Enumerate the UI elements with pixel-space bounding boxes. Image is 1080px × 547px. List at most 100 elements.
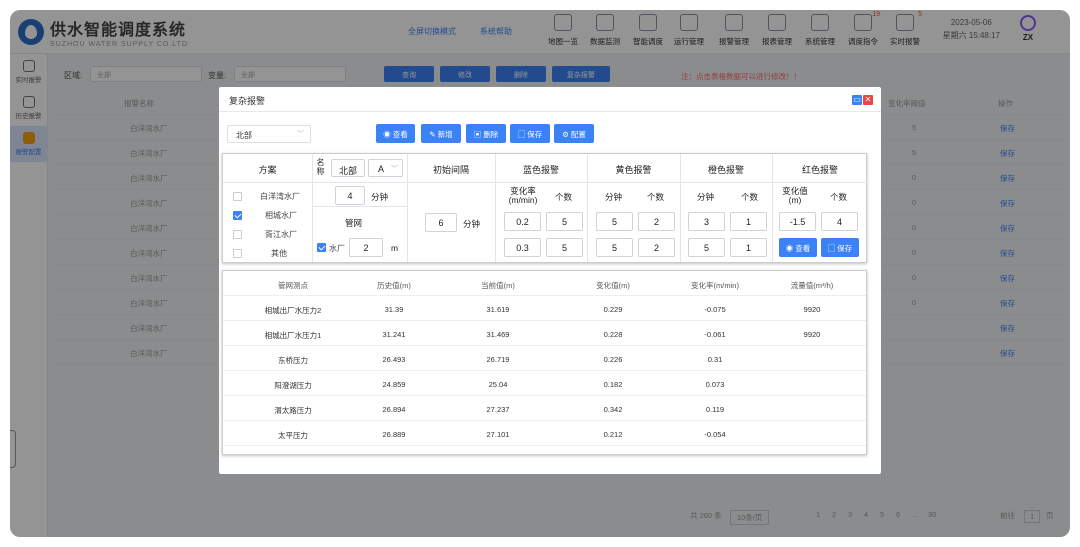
config-label: 配置: [570, 130, 586, 139]
red-value-input[interactable]: -1.5: [779, 212, 816, 231]
delete-label: 删除: [483, 130, 499, 139]
orange-minute-input-1[interactable]: 3: [688, 212, 725, 231]
table-row[interactable]: 相城出厂水压力1 31.241 31.469 0.228 -0.061 9920: [223, 321, 866, 346]
table-header-row: 管网测点 历史值(m) 当前值(m) 变化值(m) 变化率(m/min) 流量值…: [223, 271, 866, 296]
chevron-down-icon: ﹀: [297, 131, 304, 138]
table-cell: 24.859: [382, 380, 406, 389]
table-cell: 太平压力: [278, 431, 308, 440]
yellow-count-input-2[interactable]: 2: [638, 238, 675, 257]
group-select[interactable]: A ﹀: [368, 159, 403, 177]
table-cell: 0.226: [603, 355, 623, 364]
scheme-checkbox-3[interactable]: [233, 230, 242, 239]
table-cell: 0.31: [707, 355, 723, 364]
red-count-input[interactable]: 4: [821, 212, 858, 231]
app-window: 供水智能调度系统 SUZHOU WATER SUPPLY CO.LTD 全屏切换…: [10, 10, 1070, 537]
red-view-button[interactable]: ◉ 查看: [779, 238, 817, 257]
table-cell: -0.075: [704, 305, 726, 314]
table-cell: 26.894: [382, 405, 406, 414]
save-button[interactable]: ▢ 保存: [510, 124, 550, 143]
table-cell: 31.39: [384, 305, 404, 314]
table-cell: 31.619: [486, 305, 510, 314]
col-current: 当前值(m): [481, 281, 515, 290]
init-interval-input[interactable]: 6: [425, 213, 457, 232]
monitoring-table: 管网测点 历史值(m) 当前值(m) 变化值(m) 变化率(m/min) 流量值…: [222, 270, 867, 455]
add-button[interactable]: ✎ 新增: [421, 124, 461, 143]
table-cell: 渭太路压力: [274, 406, 312, 415]
grid-line: [312, 154, 313, 262]
yellow-alarm-header: 黄色报警: [615, 165, 652, 175]
yellow-minute-header: 分钟: [605, 192, 623, 202]
scheme-label-4: 其他: [271, 249, 287, 258]
yellow-minute-input-2[interactable]: 5: [596, 238, 633, 257]
save-label: 保存: [527, 130, 543, 139]
table-cell: 0.212: [603, 430, 623, 439]
factory-unit: m: [391, 243, 399, 253]
table-cell: 0.182: [603, 380, 623, 389]
interval-input[interactable]: 4: [335, 186, 365, 205]
grid-line: [312, 206, 407, 207]
table-cell: 27.101: [486, 430, 510, 439]
trash-icon: ▣: [473, 130, 484, 139]
yellow-count-header: 个数: [647, 192, 665, 202]
init-interval-unit: 分钟: [463, 219, 481, 229]
table-cell: -0.054: [704, 430, 726, 439]
blue-rate-input-2[interactable]: 0.3: [504, 238, 541, 257]
region-select[interactable]: 北部 ﹀: [227, 125, 311, 143]
config-button[interactable]: ⚙ 配置: [554, 124, 594, 143]
table-row[interactable]: 东桥压力 26.493 26.719 0.226 0.31: [223, 346, 866, 371]
pipe-label: 管网: [345, 218, 363, 228]
factory-checkbox[interactable]: [317, 243, 326, 252]
grid-line: [312, 182, 407, 183]
table-row[interactable]: 相城出厂水压力2 31.39 31.619 0.229 -0.075 9920: [223, 296, 866, 321]
blue-count-input-2[interactable]: 5: [546, 238, 583, 257]
delete-button[interactable]: ▣ 删除: [466, 124, 506, 143]
factory-input[interactable]: 2: [349, 238, 383, 257]
orange-count-input-2[interactable]: 1: [730, 238, 767, 257]
table-cell: 31.241: [382, 330, 406, 339]
edit-icon: ✎: [429, 130, 438, 139]
table-cell: 0.229: [603, 305, 623, 314]
yellow-count-input-1[interactable]: 2: [638, 212, 675, 231]
scheme-header: 方案: [258, 165, 277, 175]
table-row[interactable]: 太平压力 26.889 27.101 0.212 -0.054: [223, 421, 866, 446]
orange-count-input-1[interactable]: 1: [730, 212, 767, 231]
save-icon: ▢: [517, 130, 528, 139]
table-cell: 26.889: [382, 430, 406, 439]
orange-alarm-header: 橙色报警: [707, 165, 744, 175]
table-cell: 9920: [803, 305, 821, 314]
minimize-icon[interactable]: ▭: [852, 95, 862, 105]
table-cell: 0.342: [603, 405, 623, 414]
scheme-label-2: 相城水厂: [265, 211, 297, 220]
table-cell: 0.119: [705, 405, 725, 414]
table-cell: 26.719: [486, 355, 510, 364]
yellow-minute-input-1[interactable]: 5: [596, 212, 633, 231]
orange-minute-input-2[interactable]: 5: [688, 238, 725, 257]
scheme-checkbox-2[interactable]: [233, 211, 242, 220]
table-cell: 0.073: [705, 380, 725, 389]
col-change: 变化值(m): [596, 281, 630, 290]
group-value: A: [378, 164, 385, 174]
red-save-label: 保存: [837, 244, 853, 253]
red-save-button[interactable]: ▢ 保存: [821, 238, 859, 257]
scheme-checkbox-1[interactable]: [233, 192, 242, 201]
col-rate: 变化率(m/min): [691, 281, 739, 290]
table-cell: 阳澄湖压力: [274, 381, 312, 390]
name-region-select[interactable]: 北部: [331, 159, 365, 177]
close-icon[interactable]: ✕: [863, 95, 873, 105]
view-button[interactable]: ◉ 查看: [376, 124, 415, 143]
col-flow: 流量值(m³/h): [790, 281, 834, 290]
eye-icon: ◉: [383, 130, 393, 139]
name-header: 名称: [316, 158, 325, 176]
table-row[interactable]: 阳澄湖压力 24.859 25.04 0.182 0.073: [223, 371, 866, 396]
red-view-label: 查看: [795, 244, 811, 253]
table-cell: 0.228: [603, 330, 623, 339]
scheme-checkbox-4[interactable]: [233, 249, 242, 258]
blue-rate-input-1[interactable]: 0.2: [504, 212, 541, 231]
factory-label: 水厂: [329, 244, 345, 253]
table-cell: 东桥压力: [278, 356, 308, 365]
complex-alarm-dialog: 复杂报警 ▭ ✕ 北部 ﹀ ◉ 查看 ✎ 新增 ▣ 删除 ▢ 保存 ⚙ 配置 方案 …: [219, 87, 881, 474]
blue-count-input-1[interactable]: 5: [546, 212, 583, 231]
scheme-label-1: 白洋湾水厂: [260, 192, 300, 201]
table-cell: 26.493: [382, 355, 406, 364]
table-row[interactable]: 渭太路压力 26.894 27.237 0.342 0.119: [223, 396, 866, 421]
